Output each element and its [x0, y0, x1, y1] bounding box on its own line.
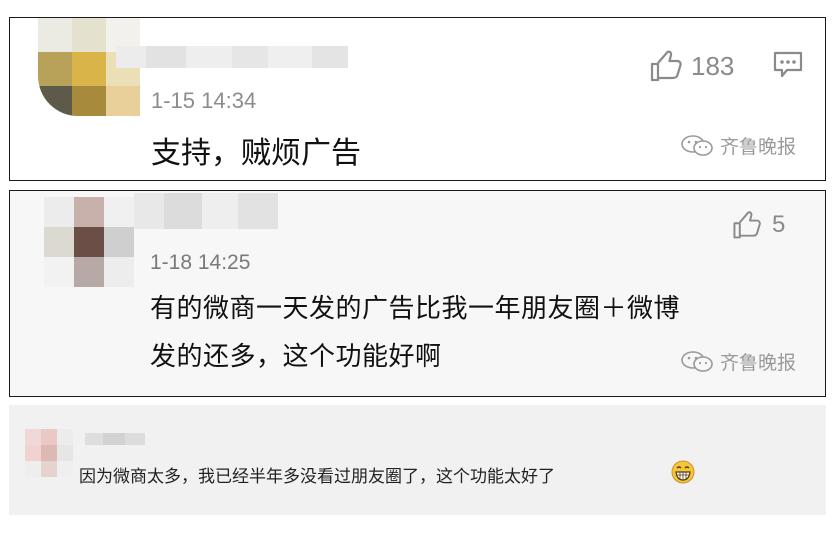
- comment-card-3: 因为微商太多，我已经半年多没看过朋友圈了，这个功能太好了: [9, 405, 826, 515]
- thumbs-up-icon: [733, 211, 761, 239]
- comment-text-line2: 发的还多，这个功能好啊: [150, 342, 442, 372]
- comment-time: 1-18 14:25: [150, 251, 251, 274]
- watermark-text: 齐鲁晚报: [720, 136, 797, 158]
- comment-card-1: 1-15 14:34 支持，贼烦广告 183 齐鲁晚报: [9, 17, 826, 181]
- username-blurred[interactable]: [134, 193, 278, 229]
- comment-time: 1-15 14:34: [151, 88, 257, 113]
- avatar-blurred[interactable]: [44, 197, 134, 287]
- comment-card-2: 1-18 14:25 有的微商一天发的广告比我一年朋友圈＋微博 发的还多，这个功…: [9, 190, 826, 397]
- like-button[interactable]: 183: [647, 48, 734, 84]
- watermark: 齐鲁晚报: [680, 348, 796, 375]
- like-count: 183: [691, 50, 735, 81]
- wechat-icon: [681, 134, 713, 156]
- avatar-blurred[interactable]: [25, 429, 73, 477]
- watermark-text: 齐鲁晚报: [720, 352, 797, 374]
- comment-text: 因为微商太多，我已经半年多没看过朋友圈了，这个功能太好了: [79, 467, 555, 487]
- username-blurred[interactable]: [116, 46, 348, 68]
- username-blurred[interactable]: [85, 433, 145, 445]
- watermark: 齐鲁晚报: [680, 132, 796, 159]
- grin-emoji-icon: [671, 460, 695, 484]
- like-button[interactable]: 5: [730, 209, 785, 241]
- reply-icon[interactable]: [773, 51, 803, 79]
- comment-text: 支持，贼烦广告: [151, 136, 361, 171]
- comment-text-line1: 有的微商一天发的广告比我一年朋友圈＋微博: [150, 294, 681, 324]
- like-count: 5: [772, 211, 786, 238]
- thumbs-up-icon: [650, 50, 682, 82]
- wechat-icon: [681, 350, 713, 372]
